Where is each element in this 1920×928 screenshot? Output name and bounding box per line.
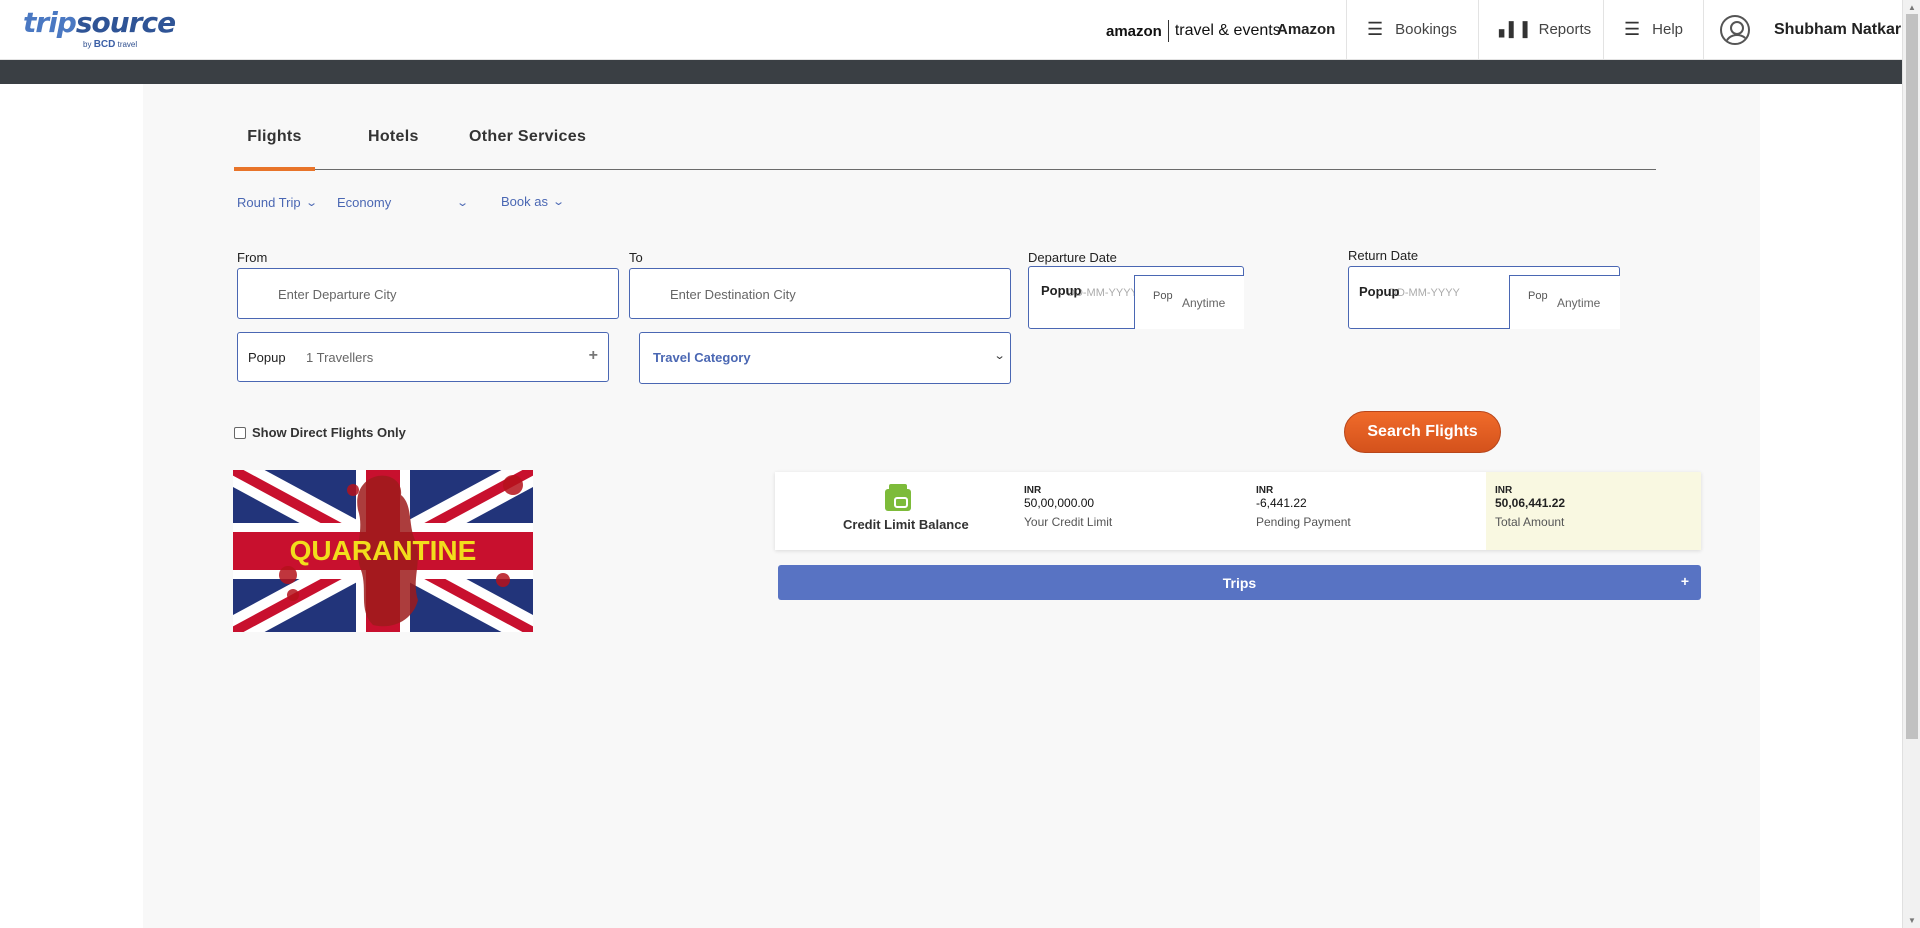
- quarantine-banner-image[interactable]: QUARANTINE: [233, 470, 533, 632]
- company-name: Amazon: [1277, 21, 1336, 38]
- return-date-input[interactable]: DD-MM-YYYY Popup Pop Anytime: [1348, 266, 1620, 329]
- credit-limit-amount: INR 50,00,000.00 Your Credit Limit: [1024, 485, 1112, 528]
- cabin-class-value: Economy: [337, 195, 392, 210]
- chevron-down-icon: ⌄: [552, 196, 566, 208]
- credit-limit-desc: Your Credit Limit: [1024, 515, 1113, 529]
- credit-limit-panel: Credit Limit Balance INR 50,00,000.00 Yo…: [775, 472, 1701, 550]
- departure-anytime: Anytime: [1182, 296, 1226, 310]
- tab-hotels[interactable]: Hotels: [368, 128, 419, 170]
- from-placeholder: Enter Departure City: [278, 287, 397, 302]
- direct-flights-option[interactable]: Show Direct Flights Only: [234, 425, 406, 440]
- book-as-dropdown[interactable]: Book as ⌄: [501, 194, 566, 209]
- logo-trip: trip: [23, 6, 77, 39]
- service-tabs: Flights Hotels Other Services: [234, 128, 1656, 171]
- pending-desc: Pending Payment: [1256, 515, 1351, 529]
- logo-bcd: BCD: [93, 39, 116, 50]
- total-desc: Total Amount: [1495, 515, 1565, 529]
- nav-help-label: Help: [1652, 21, 1683, 38]
- page-scrollbar[interactable]: ▲ ▼: [1902, 0, 1920, 928]
- menu-icon: ☰: [1367, 19, 1384, 39]
- pending-value: -6,441.22: [1256, 496, 1307, 510]
- menu-icon: ☰: [1624, 19, 1641, 39]
- search-flights-button[interactable]: Search Flights: [1344, 411, 1501, 453]
- chevron-down-icon: ⌄: [993, 350, 1006, 362]
- tab-other-services[interactable]: Other Services: [469, 128, 586, 170]
- expand-plus-icon[interactable]: +: [1681, 573, 1689, 589]
- to-placeholder: Enter Destination City: [670, 287, 796, 302]
- direct-flights-label: Show Direct Flights Only: [252, 425, 406, 440]
- top-header: tripsource by BCD travel amazon travel &…: [0, 0, 1902, 60]
- header-dark-bar: [0, 60, 1902, 84]
- return-time-select[interactable]: Pop Anytime: [1509, 275, 1620, 329]
- departure-date-input[interactable]: DD-MM-YYYY Popup Pop Anytime: [1028, 266, 1244, 329]
- travel-category-value: Travel Category: [653, 350, 751, 365]
- trip-type-value: Round Trip: [237, 195, 301, 210]
- tab-flights[interactable]: Flights: [234, 128, 315, 171]
- calendar-popup-icon[interactable]: Popup: [1041, 283, 1081, 298]
- user-menu[interactable]: Shubham Natkar: [1703, 0, 1901, 59]
- direct-flights-checkbox[interactable]: [234, 426, 246, 439]
- chevron-down-icon: ⌄: [455, 197, 469, 209]
- quarantine-banner-text: QUARANTINE: [290, 535, 477, 566]
- travel-category-select[interactable]: Travel Category ⌄: [639, 332, 1011, 384]
- logo-travel: travel: [117, 40, 138, 49]
- credit-limit-title: Credit Limit Balance: [843, 517, 969, 532]
- brand-divider: [1167, 20, 1169, 42]
- scroll-down-arrow-icon[interactable]: ▼: [1908, 916, 1916, 925]
- clock-popup-icon: Pop: [1528, 290, 1548, 302]
- logo-by: by: [83, 40, 92, 49]
- credit-limit-value: 50,00,000.00: [1024, 496, 1095, 510]
- bar-chart-icon: ▖▌▐: [1499, 21, 1528, 37]
- user-name: Shubham Natkar: [1774, 20, 1902, 38]
- return-date-placeholder: DD-MM-YYYY: [1389, 287, 1460, 299]
- nav-bookings-label: Bookings: [1395, 21, 1457, 38]
- trips-label: Trips: [1222, 574, 1257, 591]
- union-flag-quarantine-graphic: QUARANTINE: [233, 470, 533, 632]
- nav-reports-label: Reports: [1538, 21, 1592, 38]
- travellers-selector[interactable]: Popup 1 Travellers +: [237, 332, 609, 382]
- scrollbar-thumb[interactable]: [1906, 14, 1918, 739]
- nav-bookings[interactable]: ☰ Bookings: [1346, 0, 1478, 59]
- amazon-logo: amazon: [1106, 22, 1162, 40]
- nav-reports[interactable]: ▖▌▐ Reports: [1478, 0, 1618, 59]
- calendar-popup-icon[interactable]: Popup: [1359, 284, 1399, 299]
- trips-accordion[interactable]: Trips +: [778, 565, 1701, 600]
- plus-icon[interactable]: +: [589, 347, 598, 365]
- to-city-input[interactable]: Enter Destination City: [629, 268, 1011, 319]
- cabin-class-dropdown[interactable]: Economy ⌄: [337, 195, 469, 210]
- tripsource-logo[interactable]: tripsource by BCD travel: [23, 6, 176, 50]
- booking-panel: Flights Hotels Other Services Round Trip…: [143, 84, 1760, 928]
- scroll-up-arrow-icon[interactable]: ▲: [1908, 3, 1916, 12]
- chevron-down-icon: ⌄: [304, 197, 318, 209]
- from-city-input[interactable]: Enter Departure City: [237, 268, 619, 319]
- nav-help[interactable]: ☰ Help: [1603, 0, 1703, 59]
- travellers-count: 1 Travellers: [306, 350, 374, 365]
- book-as-label: Book as: [501, 194, 548, 209]
- wallet-icon: [885, 484, 911, 511]
- total-amount: INR 50,06,441.22 Total Amount: [1495, 485, 1565, 528]
- logo-source: source: [75, 6, 176, 39]
- travellers-popup-icon: Popup: [248, 350, 286, 365]
- return-anytime: Anytime: [1557, 296, 1601, 310]
- travel-events-text: travel & events: [1174, 22, 1281, 39]
- total-value: 50,06,441.22: [1495, 496, 1566, 510]
- amazon-travel-events-brand: amazon travel & events: [1106, 20, 1281, 42]
- departure-date-label: Departure Date: [1028, 250, 1117, 265]
- user-avatar-icon: [1720, 14, 1750, 45]
- pending-payment-amount: INR -6,441.22 Pending Payment: [1256, 485, 1351, 528]
- return-date-label: Return Date: [1348, 248, 1419, 263]
- clock-popup-icon: Pop: [1153, 290, 1173, 302]
- from-label: From: [237, 250, 268, 265]
- trip-type-dropdown[interactable]: Round Trip ⌄: [237, 195, 318, 210]
- to-label: To: [629, 250, 643, 265]
- departure-time-select[interactable]: Pop Anytime: [1134, 275, 1244, 329]
